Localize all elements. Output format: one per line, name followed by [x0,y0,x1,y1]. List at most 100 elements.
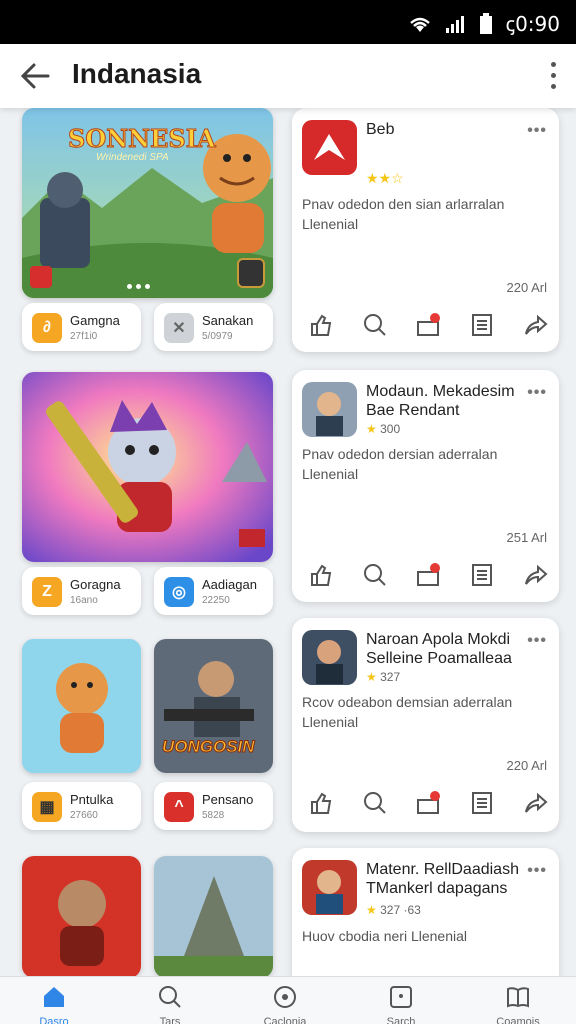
mini-app-sub: 5828 [202,810,225,821]
game-tile[interactable] [154,856,273,976]
mini-app-sub: 22250 [202,595,230,606]
game-art [154,856,273,976]
carousel-dots [127,284,150,289]
app-date: 220 Arl [506,280,547,295]
app-icon: Z [32,577,62,607]
page-title: Indanasia [72,58,202,89]
nav-label: Dasro [39,1016,69,1024]
nav-label: Coamois [496,1016,540,1024]
share-icon[interactable] [522,562,548,588]
app-rating: ★ 300 [366,422,401,436]
bottom-nav: Dasro Tars Caclonia Sarch Coamois [0,976,576,1024]
rating-badge-icon [237,258,265,288]
game-art-2 [22,372,273,562]
book-icon [507,987,529,1008]
like-icon[interactable] [308,790,334,816]
gift-icon[interactable] [415,790,441,816]
mini-app-sub: 27f1i0 [70,331,98,342]
more-icon[interactable]: ••• [527,122,547,140]
app-description: Pnav odedon den sian arlarralan Llenenia… [302,196,505,232]
app-info-card[interactable]: Beb ••• ★★☆ Pnav odedon den sian arlarra… [292,108,559,352]
target-icon [274,986,296,1008]
app-description: Huov cbodia neri Llenenial [302,928,467,944]
gift-icon[interactable] [415,312,441,338]
action-bar [308,790,548,816]
battery-icon [480,12,493,34]
more-icon[interactable]: ••• [527,632,547,650]
app-icon: ✕ [164,313,194,343]
mini-app-card[interactable]: ◎ Aadiagan 22250 [154,567,273,615]
like-icon[interactable] [308,562,334,588]
like-icon[interactable] [308,312,334,338]
rating-stars: ★★☆ [366,170,404,186]
action-bar [308,312,548,338]
app-name: Beb [366,121,395,138]
mini-app-sub: 27660 [70,810,98,821]
game-tile-title: UONGOSIN [162,737,256,757]
app-icon [302,860,357,915]
app-name: Matenr. RellDaadiash TMankerl dapagans [366,861,519,897]
share-icon[interactable] [522,312,548,338]
app-info-card[interactable]: Modaun. Mekadesim Bae Rendant ••• ★ 300 … [292,370,559,602]
nav-item-target[interactable]: Caclonia [245,985,325,1024]
document-icon[interactable] [469,790,495,816]
mini-app-name: Pntulka [70,792,114,807]
nav-item-book[interactable]: Coamois [478,985,558,1024]
app-icon: ◎ [164,577,194,607]
game-tile[interactable]: UONGOSIN [154,639,273,773]
status-time: ꞔ0:90 [505,12,560,36]
nav-item-square[interactable]: Sarch [361,985,441,1024]
mini-app-name: Goragna [70,577,121,592]
app-icon [302,382,357,437]
mini-app-card[interactable]: ^ Pensano 5828 [154,782,273,830]
game-banner-subtitle: Wrindenedi SPA [96,152,169,163]
search-icon[interactable] [362,790,388,816]
mini-app-name: Gamgna [70,313,120,328]
wifi-icon [410,17,431,32]
game-tile[interactable] [22,856,141,976]
app-info-card[interactable]: Matenr. RellDaadiash TMankerl dapagans •… [292,848,559,976]
more-icon[interactable]: ••• [527,384,547,402]
game-art [22,639,141,773]
back-arrow-icon[interactable] [18,60,52,92]
action-bar [308,562,548,588]
share-icon[interactable] [522,790,548,816]
app-description: Rcov odeabon demsian aderralan Llenenial [302,694,513,730]
search-icon[interactable] [362,312,388,338]
mini-app-sub: 16ano [70,595,98,606]
home-icon [44,987,64,1007]
app-name: Modaun. Mekadesim Bae Rendant [366,383,515,419]
app-icon: ^ [164,792,194,822]
mini-app-card[interactable]: ▦ Pntulka 27660 [22,782,141,830]
app-icon [302,120,357,175]
app-date: 220 Arl [506,758,547,773]
app-icon: ▦ [32,792,62,822]
game-banner-1[interactable]: SONNESIA Wrindenedi SPA [22,108,273,298]
mini-app-card[interactable]: ∂ Gamgna 27f1i0 [22,303,141,351]
nav-item-search[interactable]: Tars [130,985,210,1024]
game-art [22,856,141,976]
document-icon[interactable] [469,312,495,338]
app-description: Pnav odedon dersian aderralan Llenenial [302,446,498,482]
mini-app-sub: 5/0979 [202,331,233,342]
app-name: Naroan Apola Mokdi Selleine Poamalleaa [366,631,512,667]
app-rating: ★ 327 [366,670,401,684]
app-icon: ∂ [32,313,62,343]
more-icon[interactable]: ••• [527,862,547,880]
more-options-icon[interactable] [548,62,558,90]
game-tile[interactable] [22,639,141,773]
square-dot-icon [390,986,412,1008]
feed: SONNESIA Wrindenedi SPA ∂ Gamgna 27f1i0 … [0,108,576,976]
mini-app-card[interactable]: ✕ Sanakan 5/0979 [154,303,273,351]
search-icon[interactable] [362,562,388,588]
search-icon [159,986,181,1008]
publisher-logo-icon [30,266,52,288]
nav-item-home[interactable]: Dasro [14,985,94,1024]
mini-app-name: Sanakan [202,313,254,328]
gift-icon[interactable] [415,562,441,588]
mini-app-card[interactable]: Z Goragna 16ano [22,567,141,615]
game-banner-2[interactable] [22,372,273,562]
document-icon[interactable] [469,562,495,588]
app-info-card[interactable]: Naroan Apola Mokdi Selleine Poamalleaa •… [292,618,559,832]
nav-label: Caclonia [263,1016,307,1024]
